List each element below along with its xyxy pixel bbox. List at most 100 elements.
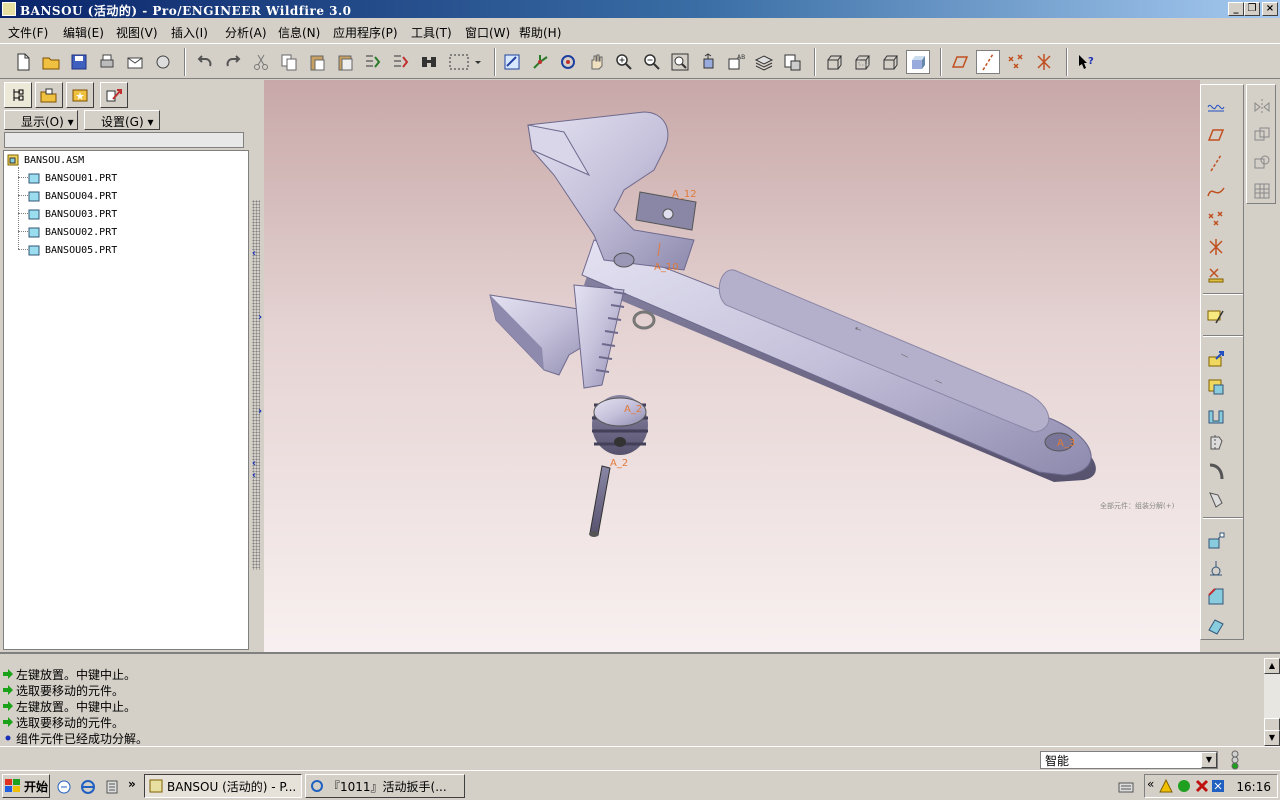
restore-button[interactable]: ❐ <box>1244 2 1260 16</box>
menu-tools[interactable]: 工具(T) <box>411 24 452 41</box>
datum-axis-icon[interactable] <box>1203 151 1229 175</box>
volume-icon[interactable] <box>1211 779 1225 793</box>
start-button[interactable]: 开始 <box>2 774 50 798</box>
copy-icon[interactable] <box>277 50 301 74</box>
find-icon[interactable] <box>417 50 441 74</box>
zoom-in-icon[interactable] <box>612 50 636 74</box>
blend-icon[interactable] <box>1203 487 1229 511</box>
datum-curve-icon[interactable] <box>1203 179 1229 203</box>
menu-file[interactable]: 文件(F) <box>8 24 48 41</box>
refit-icon[interactable] <box>668 50 692 74</box>
analysis-feature-icon[interactable] <box>1203 263 1229 287</box>
task-proe[interactable]: BANSOU (活动的) - P... <box>144 774 302 798</box>
spin-center-icon[interactable] <box>528 50 552 74</box>
traffic-light-icon[interactable] <box>1228 750 1242 770</box>
warning-icon[interactable] <box>1159 779 1173 793</box>
network-icon[interactable] <box>1177 779 1191 793</box>
reorient-icon[interactable] <box>696 50 720 74</box>
axis-label[interactable]: A_10 <box>654 262 679 273</box>
favorites-tab[interactable] <box>66 82 94 108</box>
graphics-window[interactable]: ← — — A_12 A_10 A_2 A_2 A_3 全部元件：组装分解(+) <box>264 80 1200 652</box>
axis-label[interactable]: A_3 <box>1057 438 1075 449</box>
antivirus-icon[interactable] <box>1195 779 1209 793</box>
redo-icon[interactable] <box>221 50 245 74</box>
tree-item-assembly[interactable]: BANSOU.ASM <box>7 151 84 169</box>
merge-icon[interactable] <box>1249 123 1275 147</box>
round-icon[interactable] <box>1203 557 1229 581</box>
orient-mode-icon[interactable] <box>556 50 580 74</box>
datum-display-icon[interactable] <box>1203 95 1229 119</box>
regenerate-manager-icon[interactable] <box>389 50 413 74</box>
keyboard-icon[interactable] <box>1118 779 1134 795</box>
axle-pin[interactable] <box>589 465 611 537</box>
quicklaunch-overflow[interactable]: » <box>128 777 136 791</box>
wrench-body[interactable]: ← — — <box>581 239 1096 482</box>
trim-icon[interactable] <box>1249 151 1275 175</box>
component-create-icon[interactable] <box>1203 375 1229 399</box>
print-icon[interactable] <box>95 50 119 74</box>
menu-edit[interactable]: 编辑(E) <box>63 24 104 41</box>
send-mail-icon[interactable] <box>123 50 147 74</box>
component-place-icon[interactable] <box>1203 347 1229 371</box>
collapse-arrow-icon[interactable]: ‹ <box>252 470 256 481</box>
paste-icon[interactable] <box>305 50 329 74</box>
wireframe-icon[interactable] <box>822 50 846 74</box>
new-file-icon[interactable] <box>11 50 35 74</box>
tray-expand-icon[interactable]: « <box>1147 777 1154 791</box>
folder-browser-tab[interactable] <box>35 82 63 108</box>
menu-info[interactable]: 信息(N) <box>278 24 320 41</box>
menu-help[interactable]: 帮助(H) <box>519 24 561 41</box>
pattern-icon[interactable] <box>1249 179 1275 203</box>
minimize-button[interactable]: _ <box>1228 2 1244 16</box>
wrench-head[interactable] <box>527 111 697 271</box>
repaint-icon[interactable] <box>500 50 524 74</box>
revolve-icon[interactable] <box>1203 431 1229 455</box>
shading-icon[interactable] <box>906 50 930 74</box>
menu-applications[interactable]: 应用程序(P) <box>333 24 398 41</box>
undo-icon[interactable] <box>193 50 217 74</box>
tree-item-part[interactable]: BANSOU02.PRT <box>28 223 117 241</box>
close-button[interactable]: × <box>1262 2 1278 16</box>
pan-hand-icon[interactable] <box>584 50 608 74</box>
view-manager-icon[interactable] <box>780 50 804 74</box>
menu-analysis[interactable]: 分析(A) <box>225 24 267 41</box>
datum-plane-display-icon[interactable] <box>948 50 972 74</box>
sketch-tool-icon[interactable] <box>1203 305 1229 329</box>
quicklaunch-icon[interactable] <box>56 779 72 795</box>
chamfer-icon[interactable] <box>1203 585 1229 609</box>
no-hidden-icon[interactable] <box>878 50 902 74</box>
movable-jaw[interactable] <box>489 284 627 389</box>
axis-label[interactable]: A_12 <box>672 189 697 200</box>
pin-ring[interactable] <box>632 310 656 330</box>
hidden-line-icon[interactable] <box>850 50 874 74</box>
datum-plane-icon[interactable] <box>1203 123 1229 147</box>
scroll-up-icon[interactable]: ▲ <box>1264 658 1280 674</box>
open-folder-icon[interactable] <box>39 50 63 74</box>
scroll-down-icon[interactable]: ▼ <box>1264 730 1280 746</box>
coordinate-system-icon[interactable] <box>1203 235 1229 259</box>
tree-item-part[interactable]: BANSOU03.PRT <box>28 205 117 223</box>
sweep-icon[interactable] <box>1203 459 1229 483</box>
saved-views-icon[interactable]: AB <box>724 50 748 74</box>
layers-icon[interactable] <box>752 50 776 74</box>
extrude-icon[interactable] <box>1203 403 1229 427</box>
chevron-down-icon[interactable]: ▼ <box>1201 752 1217 768</box>
show-dropdown[interactable]: 显示(O) ▾ <box>4 110 78 130</box>
expand-arrow-icon[interactable]: › <box>258 406 262 417</box>
zoom-out-icon[interactable] <box>640 50 664 74</box>
model-tree-tab[interactable] <box>4 82 32 108</box>
menu-view[interactable]: 视图(V) <box>116 24 158 41</box>
axis-label[interactable]: A_2 <box>624 404 642 415</box>
expand-arrow-icon[interactable]: › <box>258 312 262 323</box>
cut-icon[interactable] <box>249 50 273 74</box>
tree-item-part[interactable]: BANSOU04.PRT <box>28 187 117 205</box>
shell-icon[interactable] <box>1203 613 1229 637</box>
tree-item-part[interactable]: BANSOU01.PRT <box>28 169 117 187</box>
paste-special-icon[interactable] <box>333 50 357 74</box>
mirror-icon[interactable] <box>1249 95 1275 119</box>
send-link-icon[interactable] <box>151 50 175 74</box>
menu-window[interactable]: 窗口(W) <box>465 24 510 41</box>
message-scrollbar[interactable]: ▲ ▼ <box>1264 658 1280 746</box>
panel-sash[interactable]: ‹ › › ‹ ‹ <box>252 80 264 652</box>
quicklaunch-icon[interactable] <box>104 779 120 795</box>
